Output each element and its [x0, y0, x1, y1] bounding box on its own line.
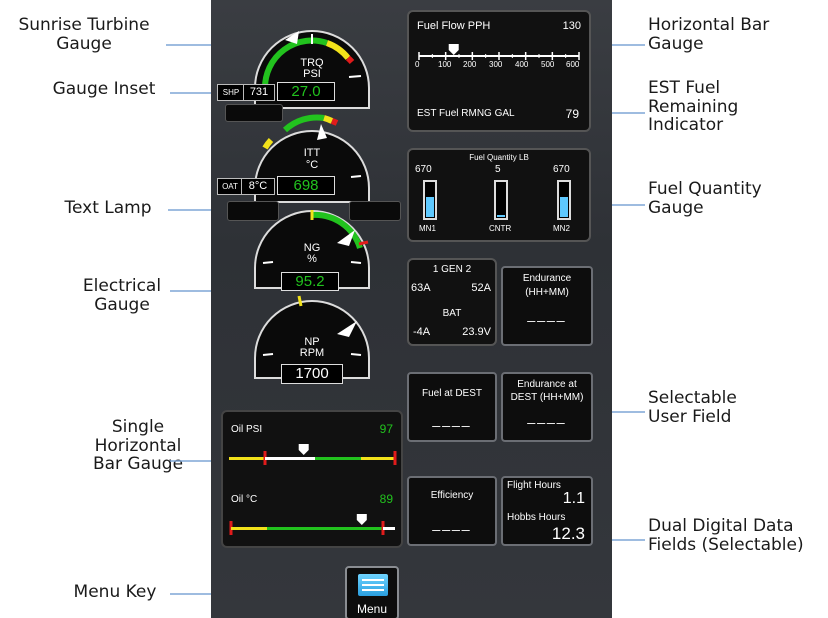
trq-readout: 27.0 — [277, 82, 335, 101]
tank-mn1 — [423, 180, 437, 220]
itt-label: ITT — [304, 147, 321, 159]
efficiency-title: Efficiency — [430, 490, 474, 501]
ff-tick-500: 500 — [541, 60, 555, 69]
callout-gauge-inset: Gauge Inset — [52, 79, 156, 99]
efficiency-value: ____ — [432, 515, 472, 531]
shp-inset-label: SHP — [217, 84, 245, 101]
oil-psi-bar — [229, 444, 397, 465]
hobbs-hours-value: 12.3 — [551, 524, 585, 543]
oil-temp-pointer — [356, 514, 367, 525]
text-lamp-left — [227, 201, 279, 221]
endurance-at-dest-title: Endurance at DEST (HH+MM) — [510, 379, 584, 403]
callout-fuel-quantity-gauge: Fuel Quantity Gauge — [648, 179, 762, 218]
bat-amps: -4A — [413, 326, 431, 338]
endurance-at-dest-button[interactable]: Endurance at DEST (HH+MM) ____ — [501, 372, 593, 442]
fuel-at-dest-value: ____ — [432, 411, 472, 427]
callout-electrical-gauge: Electrical Gauge — [82, 276, 162, 315]
fuel-flow-label: Fuel Flow PPH — [417, 20, 491, 32]
tank-mn2-value: 670 — [553, 164, 570, 175]
gen-title: 1 GEN 2 — [432, 264, 472, 275]
tank-fill — [426, 196, 434, 217]
ff-tick-600: 600 — [566, 60, 580, 69]
ff-tick-200: 200 — [463, 60, 477, 69]
tank-mn2 — [557, 180, 571, 220]
callout-sunrise-turbine-gauge: Sunrise Turbine Gauge — [18, 15, 150, 54]
callout-text-lamp: Text Lamp — [64, 198, 152, 218]
flight-hours-title: Flight Hours — [507, 480, 561, 491]
callout-dual-digital-data-fields: Dual Digital Data Fields (Selectable) — [648, 516, 804, 555]
engine-display-panel: TRQ PSI ITT °C NG % NP RPM 27.0 SHP 731 … — [211, 0, 612, 618]
oil-gauge-box: Oil PSI 97 Oil °C 89 — [221, 410, 403, 548]
callout-horizontal-bar-gauge: Horizontal Bar Gauge — [648, 15, 770, 54]
callout-selectable-user-field: Selectable User Field — [648, 388, 737, 427]
oil-psi-pointer — [298, 444, 309, 455]
ng-unit: % — [307, 253, 317, 265]
menu-button[interactable]: Menu — [345, 566, 399, 618]
fuel-flow-bar — [418, 44, 580, 60]
tank-mn1-value: 670 — [415, 164, 432, 175]
oil-temp-value: 89 — [379, 492, 393, 506]
endurance-title: Endurance (HH+MM) — [522, 273, 572, 298]
gen1-amps: 63A — [411, 282, 431, 294]
efficiency-button[interactable]: Efficiency ____ — [407, 476, 497, 546]
endurance-at-dest-value: ____ — [527, 408, 567, 424]
tank-mn1-label: MN1 — [419, 224, 436, 233]
menu-icon — [358, 574, 388, 596]
endurance-value: ____ — [527, 306, 567, 322]
oat-inset-value: 8°C — [241, 178, 275, 195]
text-lamp-top — [225, 104, 283, 122]
fuel-flow-pointer — [448, 44, 459, 55]
gen2-amps: 52A — [471, 282, 491, 294]
fuel-flow-value: 130 — [562, 20, 581, 32]
endurance-field-button[interactable]: Endurance (HH+MM) ____ — [501, 266, 593, 346]
fuel-quantity-box: Fuel Quantity LB 670 5 670 MN1 CNTR MN2 — [407, 148, 591, 242]
tank-mn2-label: MN2 — [553, 224, 570, 233]
callout-est-fuel-remaining: EST Fuel Remaining Indicator — [648, 78, 739, 136]
oil-psi-label: Oil PSI — [231, 424, 263, 435]
callout-single-horizontal-bar-gauge: Single Horizontal Bar Gauge — [92, 417, 184, 475]
tank-fill — [560, 196, 568, 217]
tank-fill — [497, 215, 505, 217]
oat-inset-label: OAT — [217, 178, 243, 195]
shp-inset-value: 731 — [243, 84, 275, 101]
hobbs-hours-title: Hobbs Hours — [507, 512, 566, 523]
oil-temp-bar — [229, 514, 395, 535]
oil-psi-value: 97 — [379, 422, 393, 436]
np-readout: 1700 — [281, 364, 343, 384]
fuel-qty-title: Fuel Quantity LB — [469, 153, 529, 162]
tank-cntr-value: 5 — [495, 164, 501, 175]
fuel-at-dest-title: Fuel at DEST — [421, 388, 483, 399]
ff-tick-0: 0 — [415, 60, 420, 69]
trq-unit: PSI — [303, 68, 321, 80]
ff-tick-300: 300 — [489, 60, 503, 69]
flight-hobbs-hours-button[interactable]: Flight Hours 1.1 Hobbs Hours 12.3 — [501, 476, 593, 546]
ng-readout: 95.2 — [281, 272, 339, 291]
oil-temp-label: Oil °C — [231, 494, 258, 505]
text-lamp-right — [349, 201, 401, 221]
tank-cntr — [494, 180, 508, 220]
tank-cntr-label: CNTR — [489, 224, 512, 233]
ff-tick-100: 100 — [438, 60, 452, 69]
fuel-flow-box: Fuel Flow PPH 130 0 100 200 300 400 500 … — [407, 10, 591, 132]
est-fuel-label: EST Fuel RMNG GAL — [417, 108, 515, 119]
flight-hours-value: 1.1 — [562, 490, 585, 507]
fuel-at-dest-button[interactable]: Fuel at DEST ____ — [407, 372, 497, 442]
bat-volts: 23.9V — [462, 326, 491, 338]
electrical-gauge: 1 GEN 2 63A 52A BAT -4A 23.9V — [407, 258, 497, 346]
menu-label: Menu — [356, 602, 388, 616]
bat-title: BAT — [442, 308, 462, 319]
callout-menu-key: Menu Key — [73, 582, 157, 602]
np-unit: RPM — [300, 347, 324, 359]
itt-readout: 698 — [277, 176, 335, 195]
est-fuel-value: 79 — [565, 107, 579, 121]
ff-tick-400: 400 — [515, 60, 529, 69]
itt-unit: °C — [306, 159, 318, 171]
fuel-flow-tick-labels: 0 100 200 300 400 500 600 — [409, 60, 593, 72]
